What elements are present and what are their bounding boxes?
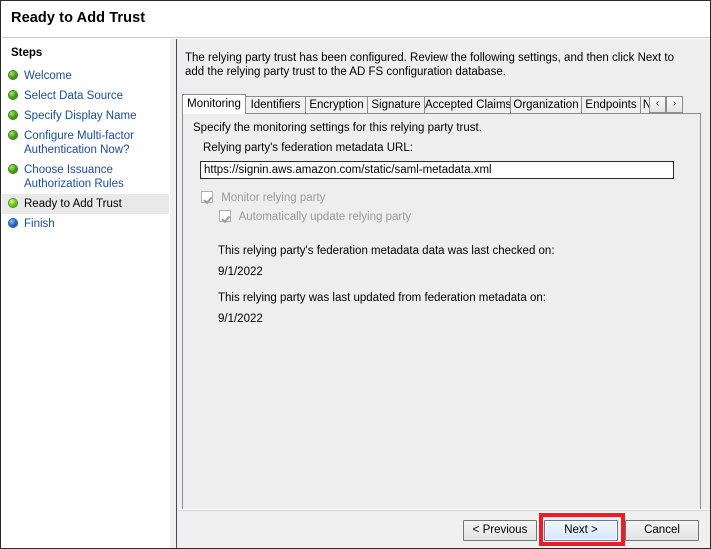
step-status-bullet-icon <box>9 199 17 207</box>
cancel-button[interactable]: Cancel <box>625 520 699 541</box>
step-status-bullet-icon <box>9 71 17 79</box>
monitor-relying-party-checkbox[interactable] <box>201 191 213 203</box>
tab-scroll-left-icon[interactable]: ‹ <box>649 96 666 113</box>
sidebar-step-select-data-source[interactable]: Select Data Source <box>2 86 169 106</box>
step-status-bullet-icon <box>9 219 17 227</box>
previous-button[interactable]: < Previous <box>463 520 537 541</box>
sidebar-step-ready-to-add-trust[interactable]: Ready to Add Trust <box>2 194 169 214</box>
sidebar-step-label: Finish <box>24 217 163 231</box>
tab-organization[interactable]: Organization <box>510 96 582 114</box>
button-bar: < Previous Next > Cancel <box>178 510 711 549</box>
sidebar-step-choose-issuance[interactable]: Choose IssuanceAuthorization Rules <box>2 160 169 194</box>
monitor-relying-party-label: Monitor relying party <box>221 192 325 204</box>
sidebar-step-configure-multi-factor[interactable]: Configure Multi-factorAuthentication Now… <box>2 126 169 160</box>
last-checked-label: This relying party's federation metadata… <box>218 245 555 257</box>
step-status-bullet-icon <box>9 165 17 173</box>
last-updated-label: This relying party was last updated from… <box>218 292 546 304</box>
tab-endpoints[interactable]: Endpoints <box>581 96 641 114</box>
sidebar-step-label-line2: Authentication Now? <box>24 144 129 156</box>
auto-update-relying-party-checkbox-row[interactable]: Automatically update relying party <box>219 210 411 224</box>
steps-list: Welcome Select Data Source Specify Display… <box>2 66 169 234</box>
step-status-bullet-icon <box>9 111 17 119</box>
sidebar-step-label: Choose Issuance <box>24 163 163 177</box>
tab-control: MonitoringIdentifiersEncryptionSignature… <box>182 94 701 537</box>
tab-scroll-right-icon[interactable]: › <box>666 96 683 113</box>
metadata-url-label: Relying party's federation metadata URL: <box>203 142 413 154</box>
sidebar-step-welcome[interactable]: Welcome <box>2 66 169 86</box>
next-button[interactable]: Next > <box>544 520 618 541</box>
auto-update-relying-party-checkbox[interactable] <box>219 210 231 222</box>
tab-monitoring[interactable]: Monitoring <box>182 94 246 114</box>
sidebar-step-label: Specify Display Name <box>24 109 163 123</box>
monitor-relying-party-checkbox-row[interactable]: Monitor relying party <box>201 191 325 205</box>
sidebar-step-label: Welcome <box>24 69 163 83</box>
step-status-bullet-icon <box>9 91 17 99</box>
tab-identifiers[interactable]: Identifiers <box>245 96 306 114</box>
metadata-url-input[interactable] <box>200 161 674 179</box>
intro-text: The relying party trust has been configu… <box>185 51 693 79</box>
step-status-bullet-icon <box>9 131 17 139</box>
main-content-pane: The relying party trust has been configu… <box>178 39 711 549</box>
last-checked-value: 9/1/2022 <box>218 266 263 278</box>
steps-sidebar: Steps Welcome Select Data Source Specify D… <box>2 39 169 549</box>
wizard-window: Ready to Add Trust Steps Welcome Select D… <box>0 0 711 549</box>
wizard-header: Ready to Add Trust <box>2 2 711 38</box>
tab-encryption[interactable]: Encryption <box>305 96 368 114</box>
sidebar-step-specify-display-name[interactable]: Specify Display Name <box>2 106 169 126</box>
sidebar-step-label: Ready to Add Trust <box>24 197 163 211</box>
tab-accepted-claims[interactable]: Accepted Claims <box>424 96 511 114</box>
tab-panel-monitoring: Specify the monitoring settings for this… <box>182 113 701 537</box>
tab-signature[interactable]: Signature <box>367 96 425 114</box>
last-updated-value: 9/1/2022 <box>218 313 263 325</box>
auto-update-relying-party-label: Automatically update relying party <box>239 211 412 223</box>
page-title: Ready to Add Trust <box>11 10 145 26</box>
steps-heading: Steps <box>11 47 42 59</box>
sidebar-step-label: Select Data Source <box>24 89 163 103</box>
panel-instruction: Specify the monitoring settings for this… <box>193 122 482 134</box>
sidebar-step-label: Configure Multi-factor <box>24 129 163 143</box>
sidebar-step-finish[interactable]: Finish <box>2 214 169 234</box>
tab-strip: MonitoringIdentifiersEncryptionSignature… <box>182 94 701 114</box>
splitter-line <box>176 39 177 549</box>
sidebar-step-label-line2: Authorization Rules <box>24 178 124 190</box>
